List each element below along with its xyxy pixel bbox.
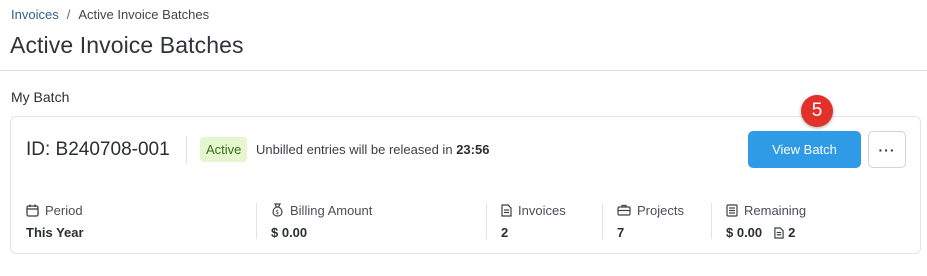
stat-divider xyxy=(711,203,712,239)
batch-card: ID: B240708-001 Active Unbilled entries … xyxy=(10,116,921,254)
stat-remaining: Remaining $ 0.00 2 xyxy=(726,201,806,241)
status-badge: Active xyxy=(200,137,248,162)
section-label: My Batch xyxy=(11,89,70,105)
document-icon xyxy=(501,203,512,217)
ellipsis-icon: ··· xyxy=(878,141,896,158)
calendar-icon xyxy=(26,204,39,217)
view-batch-button[interactable]: View Batch xyxy=(748,131,861,168)
more-options-button[interactable]: ··· xyxy=(868,131,906,168)
stat-remaining-amount: $ 0.00 xyxy=(726,225,763,240)
release-notice: Unbilled entries will be released in 23:… xyxy=(256,142,489,157)
stat-billing-value: $ 0.00 xyxy=(271,225,308,240)
stat-billing-amount: $ Billing Amount $ 0.00 xyxy=(271,201,372,241)
stat-billing-label: Billing Amount xyxy=(290,202,373,218)
batch-id: ID: B240708-001 xyxy=(26,139,170,160)
stat-remaining-count: 2 xyxy=(788,225,796,240)
breadcrumb-current: Active Invoice Batches xyxy=(78,7,210,22)
breadcrumb: Invoices / Active Invoice Batches xyxy=(11,7,209,22)
page-title: Active Invoice Batches xyxy=(10,32,244,58)
stat-invoices: Invoices 2 xyxy=(501,201,566,241)
briefcase-icon xyxy=(617,204,631,216)
stat-remaining-label: Remaining xyxy=(744,202,807,218)
ledger-icon xyxy=(726,203,738,217)
release-countdown: 23:56 xyxy=(456,142,490,157)
stat-divider xyxy=(602,203,603,239)
stat-invoices-value: 2 xyxy=(501,225,509,240)
stat-projects-value: 7 xyxy=(617,225,625,240)
stat-period: Period This Year xyxy=(26,201,84,241)
breadcrumb-invoices-link[interactable]: Invoices xyxy=(11,7,59,22)
stat-period-label: Period xyxy=(45,202,83,218)
header-vertical-divider xyxy=(186,137,187,163)
money-bag-icon: $ xyxy=(272,203,283,217)
stat-invoices-label: Invoices xyxy=(518,202,566,218)
header-divider xyxy=(0,70,927,71)
step-number-badge: 5 xyxy=(801,95,833,127)
document-icon xyxy=(774,226,784,239)
stat-projects-label: Projects xyxy=(637,202,684,218)
svg-text:$: $ xyxy=(275,209,279,216)
batch-stats: Period This Year $ Billing Amount $ 0.00… xyxy=(11,201,920,241)
release-notice-text: Unbilled entries will be released in xyxy=(256,142,453,157)
stat-period-value: This Year xyxy=(26,225,84,240)
stat-divider xyxy=(256,203,257,239)
breadcrumb-separator: / xyxy=(66,7,71,22)
stat-divider xyxy=(486,203,487,239)
stat-projects: Projects 7 xyxy=(617,201,684,241)
